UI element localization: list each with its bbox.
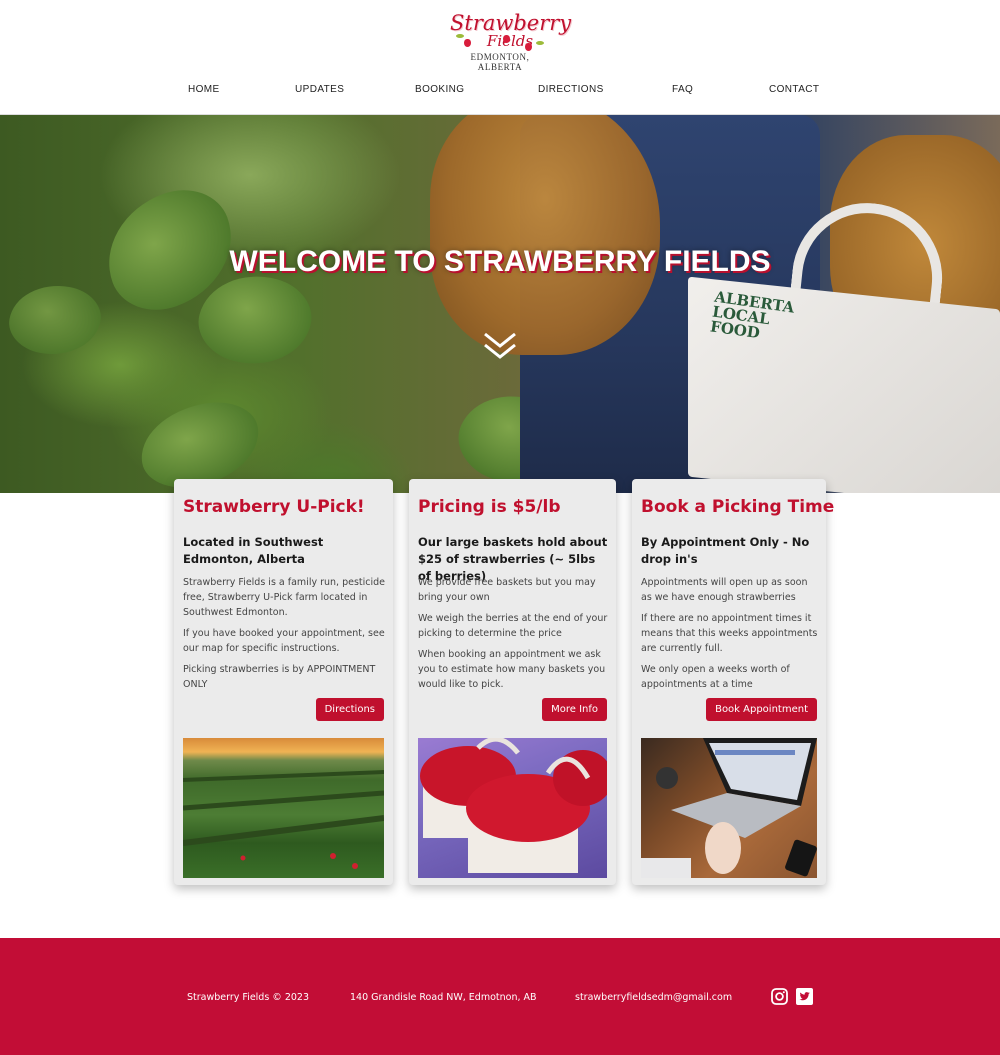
card-paragraph: We only open a weeks worth of appointmen… [641,664,790,690]
strawberry-leaf [4,277,106,363]
card-subtitle: Located in Southwest Edmonton, Alberta [183,535,324,566]
card-body: Strawberry Fields is a family run, pesti… [183,575,385,698]
instagram-icon[interactable] [771,988,788,1005]
nav-contact[interactable]: CONTACT [769,84,819,95]
directions-button[interactable]: Directions [315,698,384,721]
book-appointment-button[interactable]: Book Appointment [706,698,817,721]
card-paragraph: Strawberry Fields is a family run, pesti… [183,577,386,618]
footer-copyright: Strawberry Fields © 2023 [187,992,310,1003]
laptop-image [641,738,817,878]
basket-label: ALBERTA LOCAL FOOD [709,288,795,346]
nav-booking[interactable]: BOOKING [415,84,464,95]
logo-strawberry-icon [464,39,471,47]
field-rows [183,770,384,869]
card-title: Book a Picking Time [641,497,835,517]
hero-banner: ALBERTA LOCAL FOOD WELCOME TO STRAWBERRY… [0,115,1000,493]
logo-strawberry-icon [503,35,510,43]
footer-email[interactable]: strawberryfieldsedm@gmail.com [575,992,732,1003]
logo-leaf-icon [536,41,544,45]
card-paragraph: We weigh the berries at the end of your … [418,613,608,639]
card-paragraph: If there are no appointment times it mea… [641,613,818,654]
card-paragraph: When booking an appointment we ask you t… [418,649,606,690]
more-info-button[interactable]: More Info [542,698,607,721]
card-booking: Book a Picking Time By Appointment Only … [632,479,834,885]
logo-location: EDMONTON, ALBERTA [470,52,530,72]
strawberry-baskets-image [418,738,607,878]
scroll-down-chevron-icon[interactable] [482,330,518,362]
card-paragraph: Picking strawberries is by APPOINTMENT O… [183,664,376,690]
card-pricing: Pricing is $5/lb Our large baskets hold … [409,479,616,885]
card-paragraph: Appointments will open up as soon as we … [641,577,808,603]
nav-directions[interactable]: DIRECTIONS [538,84,604,95]
card-subtitle: By Appointment Only - No drop in's [641,535,810,566]
card-title: Pricing is $5/lb [418,497,561,517]
hero-title: WELCOME TO STRAWBERRY FIELDS [229,245,771,278]
site-header: Strawberry Fields EDMONTON, ALBERTA HOME… [0,0,1000,115]
card-body: We provide free baskets but you may brin… [418,575,608,698]
card-paragraph: If you have booked your appointment, see… [183,628,385,654]
card-paragraph: We provide free baskets but you may brin… [418,577,596,603]
card-upick: Strawberry U-Pick! Located in Southwest … [174,479,393,885]
site-footer: Strawberry Fields © 2023 140 Grandisle R… [0,938,1000,1055]
logo-leaf-icon [456,34,464,38]
laptop-drawing [641,738,817,878]
main-nav: HOME UPDATES BOOKING DIRECTIONS FAQ CONT… [0,84,1000,98]
card-body: Appointments will open up as soon as we … [641,575,818,698]
nav-home[interactable]: HOME [188,84,220,95]
twitter-icon[interactable] [796,988,813,1005]
child-sweater [430,115,660,355]
logo[interactable]: Strawberry Fields EDMONTON, ALBERTA [450,11,572,72]
footer-address: 140 Grandisle Road NW, Edmotnon, AB [350,992,537,1003]
logo-word-strawberry: Strawberry [450,11,572,35]
logo-strawberry-icon [525,43,532,51]
strawberry-field-image [183,738,384,878]
baskets-drawing [420,738,607,873]
card-title: Strawberry U-Pick! [183,497,365,517]
nav-updates[interactable]: UPDATES [295,84,344,95]
nav-faq[interactable]: FAQ [672,84,693,95]
